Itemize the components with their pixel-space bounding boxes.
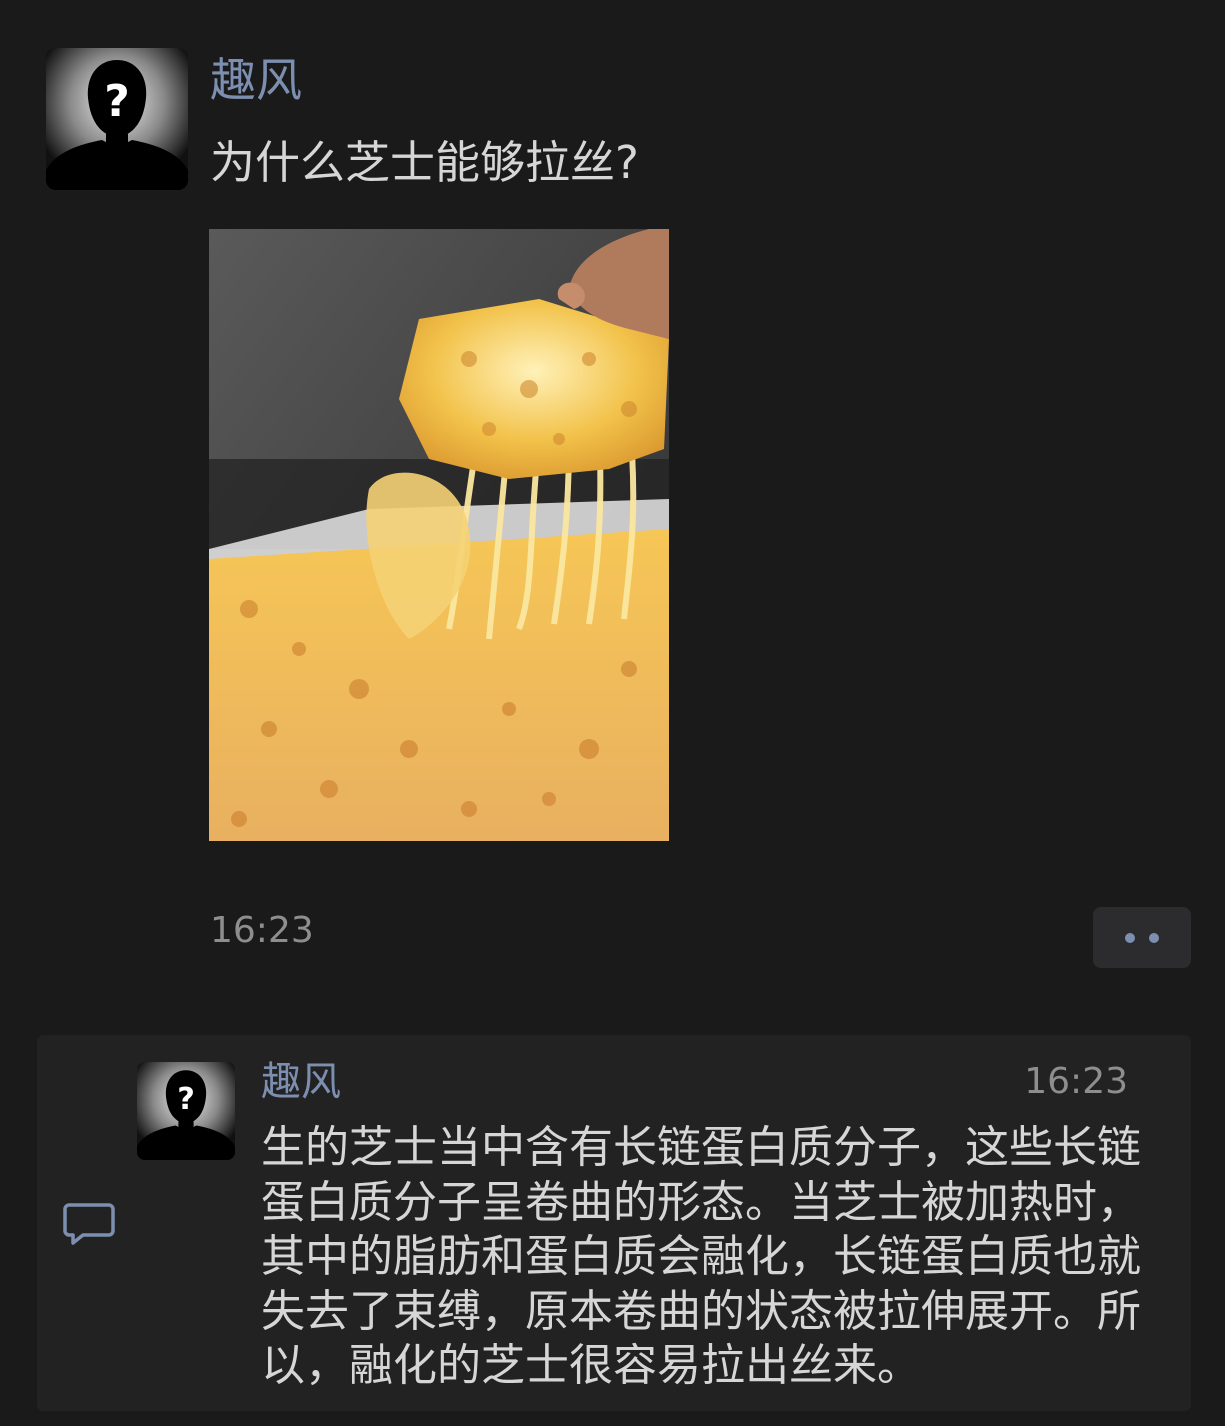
comment-time: 16:23 <box>1024 1061 1128 1102</box>
anonymous-silhouette-icon: ? <box>137 1062 235 1160</box>
anonymous-silhouette-icon: ? <box>46 48 188 190</box>
more-actions-button[interactable] <box>1093 907 1191 968</box>
post-image[interactable] <box>209 229 669 841</box>
cheese-pizza-photo <box>209 229 669 841</box>
comments-panel: ? 趣风 16:23 生的芝士当中含有长链蛋白质分子，这些长链蛋白质分子呈卷曲的… <box>37 1035 1191 1411</box>
more-dots-icon <box>1149 932 1159 943</box>
comment-bubble-icon <box>63 1201 115 1247</box>
post-time: 16:23 <box>210 910 314 951</box>
post-author-name[interactable]: 趣风 <box>210 52 302 108</box>
svg-text:?: ? <box>177 1082 195 1117</box>
comment-author-name[interactable]: 趣风 <box>261 1057 341 1107</box>
moment-page: ? 趣风 为什么芝士能够拉丝? 16:23 ? 趣风 16:23 生的芝士当中含… <box>0 0 1225 1426</box>
svg-text:?: ? <box>104 76 130 127</box>
comment-avatar[interactable]: ? <box>137 1062 235 1160</box>
post-text: 为什么芝士能够拉丝? <box>210 136 639 189</box>
comment-text: 生的芝士当中含有长链蛋白质分子，这些长链蛋白质分子呈卷曲的形态。当芝士被加热时，… <box>261 1122 1141 1391</box>
more-dots-icon <box>1125 932 1135 943</box>
post-avatar[interactable]: ? <box>46 48 188 190</box>
